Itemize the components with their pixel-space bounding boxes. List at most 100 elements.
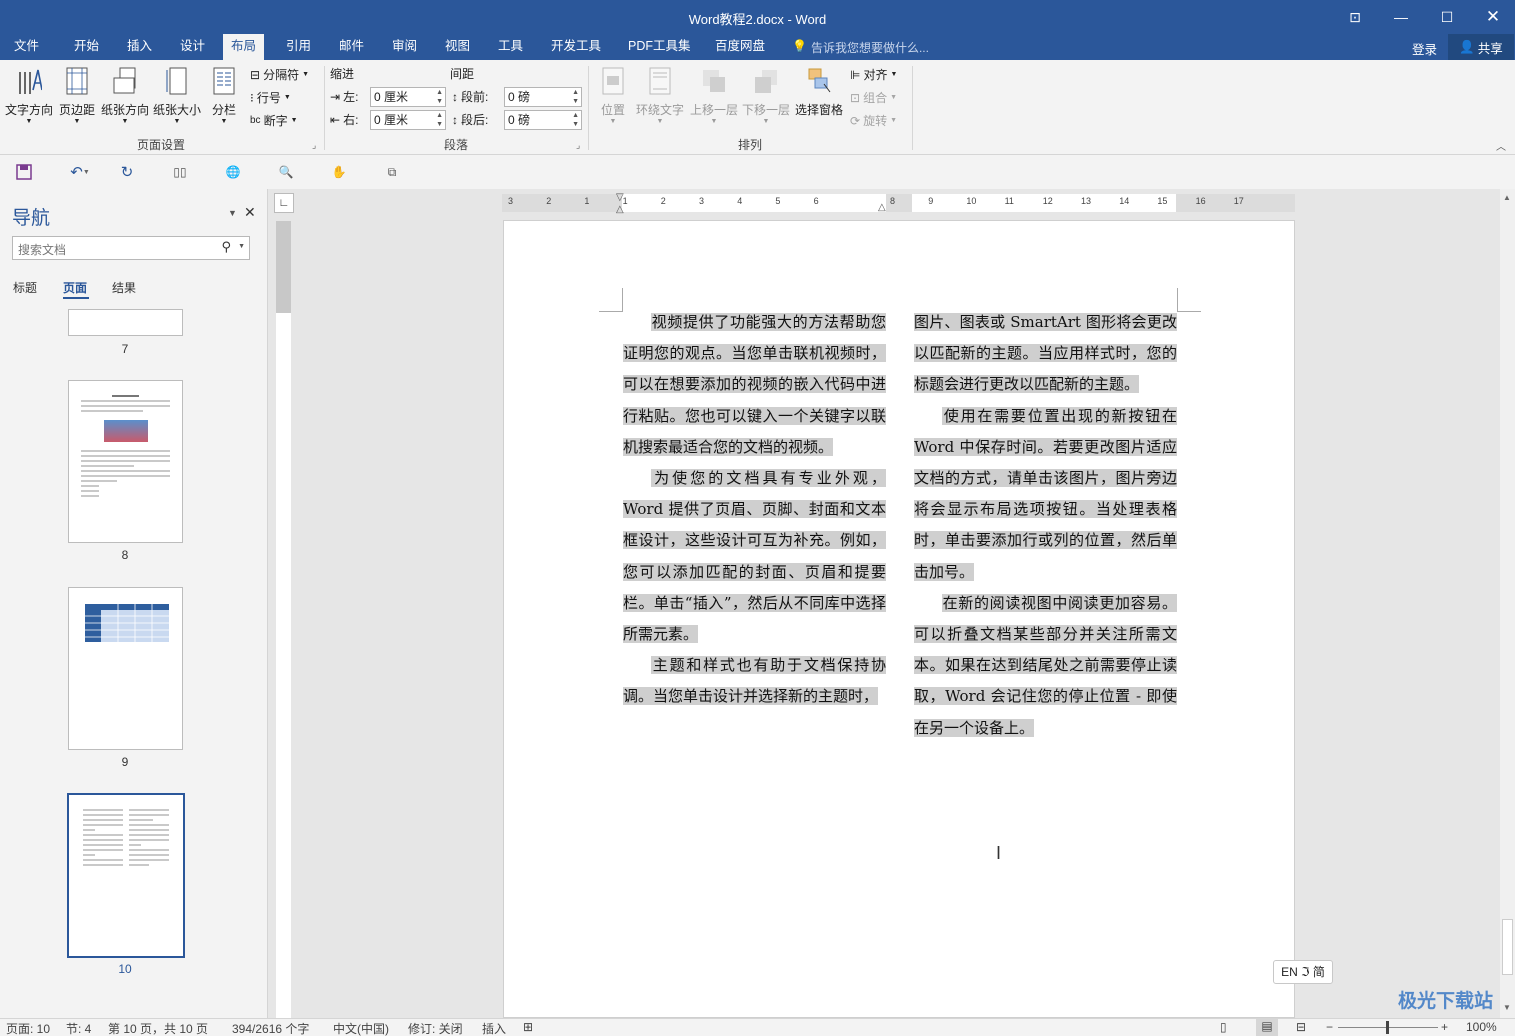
tab-baidu-netdisk[interactable]: 百度网盘 (707, 34, 773, 60)
size-button[interactable]: 纸张大小 ▼ (152, 66, 202, 125)
tab-pdf-tools[interactable]: PDF工具集 (620, 34, 699, 60)
status-section[interactable]: 节: 4 (66, 1020, 91, 1036)
text-column-2[interactable]: 图片、图表或 SmartArt 图形将会更改以匹配新的主题。当应用样式时，您的标… (914, 307, 1177, 744)
tab-references[interactable]: 引用 (278, 34, 319, 60)
tab-selector-icon[interactable]: ∟ (274, 193, 294, 213)
margins-button[interactable]: 页边距 ▼ (56, 66, 98, 125)
maximize-button[interactable]: ☐ (1424, 0, 1470, 34)
zoom-out-icon[interactable]: − (1326, 1020, 1333, 1034)
tab-design[interactable]: 设计 (172, 34, 213, 60)
paragraph[interactable]: 使用在需要位置出现的新按钮在 Word 中保存时间。若要更改图片适应文档的方式，… (914, 401, 1177, 588)
ribbon-display-options-icon[interactable]: ⊡ (1332, 0, 1378, 34)
tab-developer[interactable]: 开发工具 (543, 34, 609, 60)
text-direction-button[interactable]: 文字方向 ▼ (4, 66, 54, 125)
status-track-changes[interactable]: 修订: 关闭 (408, 1020, 463, 1036)
read-mode-icon[interactable]: ▯ (1220, 1020, 1227, 1034)
group-dropdown[interactable]: ⊡ 组合 ▼ (850, 89, 897, 106)
tab-insert[interactable]: 插入 (119, 34, 160, 60)
sign-in-link[interactable]: 登录 (1412, 39, 1437, 58)
redo-icon[interactable]: ↻ (117, 163, 137, 181)
scroll-down-icon[interactable]: ▼ (1503, 1003, 1511, 1012)
page-number-label: 8 (121, 548, 129, 562)
tab-headings[interactable]: 标题 (13, 279, 37, 296)
close-button[interactable]: ✕ (1470, 0, 1515, 34)
right-indent-marker[interactable]: △ (878, 202, 886, 213)
indent-left-input[interactable]: 0 厘米 ▲ ▼ (370, 87, 446, 107)
ime-indicator[interactable]: EN ℑ 简 (1273, 960, 1333, 984)
status-insert-mode[interactable]: 插入 (482, 1020, 506, 1036)
columns-button[interactable]: 分栏 ▼ (206, 66, 242, 125)
breaks-dropdown[interactable]: ⊟ 分隔符 ▼ (250, 66, 309, 83)
paragraph-launcher-icon[interactable]: ⌟ (576, 140, 580, 151)
undo-icon[interactable]: ↶ ▼ (64, 163, 96, 181)
spacing-after-input[interactable]: 0 磅 ▲ ▼ (504, 110, 582, 130)
tab-home[interactable]: 开始 (66, 34, 107, 60)
status-page[interactable]: 页面: 10 (6, 1020, 50, 1036)
spacing-before-input[interactable]: 0 磅 ▲ ▼ (504, 87, 582, 107)
paragraph[interactable]: 为使您的文档具有专业外观，Word 提供了页眉、页脚、封面和文本框设计，这些设计… (623, 463, 886, 650)
paragraph[interactable]: 主题和样式也有助于文档保持协调。当您单击设计并选择新的主题时， (623, 650, 886, 712)
scroll-thumb[interactable] (1502, 919, 1513, 975)
scroll-up-icon[interactable]: ▲ (1503, 193, 1511, 202)
indent-right-input[interactable]: 0 厘米 ▲ ▼ (370, 110, 446, 130)
tab-layout[interactable]: 布局 (223, 34, 265, 61)
search-document-input[interactable]: 搜索文档 ⚲ ▼ (12, 236, 250, 260)
tab-file[interactable]: 文件 (6, 34, 47, 60)
tab-mailings[interactable]: 邮件 (331, 34, 372, 60)
tab-results[interactable]: 结果 (112, 279, 136, 296)
spinner-arrows-icon[interactable]: ▲ ▼ (572, 88, 579, 106)
tab-pages[interactable]: 页面 (63, 279, 87, 296)
wrap-text-button[interactable]: 环绕文字 ▼ (634, 66, 686, 125)
tab-tools[interactable]: 工具 (490, 34, 531, 60)
zoom-slider-thumb[interactable] (1386, 1021, 1389, 1034)
tab-view[interactable]: 视图 (437, 34, 478, 60)
collapse-ribbon-icon[interactable]: ︿ (1496, 138, 1506, 153)
page-thumbnail-9[interactable] (68, 587, 183, 750)
left-indent-marker[interactable]: △ (616, 204, 624, 215)
search-options-icon[interactable]: ▼ (238, 243, 245, 250)
customize-toolbar-icon[interactable]: ⧉ (382, 163, 402, 181)
line-numbers-dropdown[interactable]: ⁝ 行号 ▼ (250, 89, 291, 106)
first-line-indent-marker[interactable]: ▽ (616, 192, 624, 203)
touch-mode-icon[interactable]: ✋ (329, 163, 349, 181)
save-icon[interactable] (14, 163, 34, 181)
tab-review[interactable]: 审阅 (384, 34, 425, 60)
spinner-arrows-icon[interactable]: ▲ ▼ (436, 88, 443, 106)
share-button[interactable]: 👤 共享 (1448, 34, 1514, 60)
search-icon[interactable]: ⚲ (221, 239, 231, 255)
bring-forward-button[interactable]: 上移一层 ▼ (688, 66, 740, 125)
spinner-arrows-icon[interactable]: ▲ ▼ (572, 111, 579, 129)
selection-pane-button[interactable]: 选择窗格 (794, 66, 844, 118)
page-thumbnail-8[interactable] (68, 380, 183, 543)
macro-record-icon[interactable]: ⊞ (523, 1020, 533, 1034)
send-backward-button[interactable]: 下移一层 ▼ (740, 66, 792, 125)
page-thumbnail-10[interactable] (67, 793, 185, 958)
text-column-1[interactable]: 视频提供了功能强大的方法帮助您证明您的观点。当您单击联机视频时，可以在想要添加的… (623, 307, 886, 713)
status-page-of[interactable]: 第 10 页，共 10 页 (108, 1020, 208, 1036)
page-setup-launcher-icon[interactable]: ⌟ (312, 140, 316, 151)
globe-icon[interactable]: 🌐 (223, 163, 243, 181)
zoom-level[interactable]: 100% (1466, 1020, 1497, 1034)
pane-options-icon[interactable]: ▼ (228, 208, 237, 218)
spinner-arrows-icon[interactable]: ▲ ▼ (436, 111, 443, 129)
web-layout-icon[interactable]: ⊟ (1296, 1020, 1306, 1034)
print-layout-icon[interactable]: ▤ (1256, 1019, 1278, 1036)
minimize-button[interactable]: — (1378, 0, 1424, 34)
align-dropdown[interactable]: ⊫ 对齐 ▼ (850, 66, 897, 83)
paragraph[interactable]: 图片、图表或 SmartArt 图形将会更改以匹配新的主题。当应用样式时，您的标… (914, 307, 1177, 401)
vertical-scrollbar[interactable]: ▲ ▼ (1500, 189, 1515, 1018)
page-thumbnail-7[interactable] (68, 309, 183, 336)
zoom-in-icon[interactable]: + (1441, 1020, 1448, 1034)
status-word-count[interactable]: 394/2616 个字 (232, 1020, 309, 1036)
tell-me-box[interactable]: 💡 告诉我您想要做什么... (792, 39, 929, 56)
orientation-button[interactable]: 纸张方向 ▼ (100, 66, 150, 125)
position-button[interactable]: 位置 ▼ (596, 66, 630, 125)
paragraph[interactable]: 在新的阅读视图中阅读更加容易。可以折叠文档某些部分并关注所需文本。如果在达到结尾… (914, 588, 1177, 744)
paragraph[interactable]: 视频提供了功能强大的方法帮助您证明您的观点。当您单击联机视频时，可以在想要添加的… (623, 307, 886, 463)
close-pane-icon[interactable]: ✕ (244, 204, 256, 221)
rotate-dropdown[interactable]: ⟳ 旋转 ▼ (850, 112, 897, 129)
hyphenation-dropdown[interactable]: bc 断字 ▼ (250, 112, 298, 129)
print-preview-icon[interactable]: 🔍 (276, 163, 296, 181)
status-language[interactable]: 中文(中国) (333, 1020, 389, 1036)
side-by-side-icon[interactable]: ▯▯ (170, 163, 190, 181)
